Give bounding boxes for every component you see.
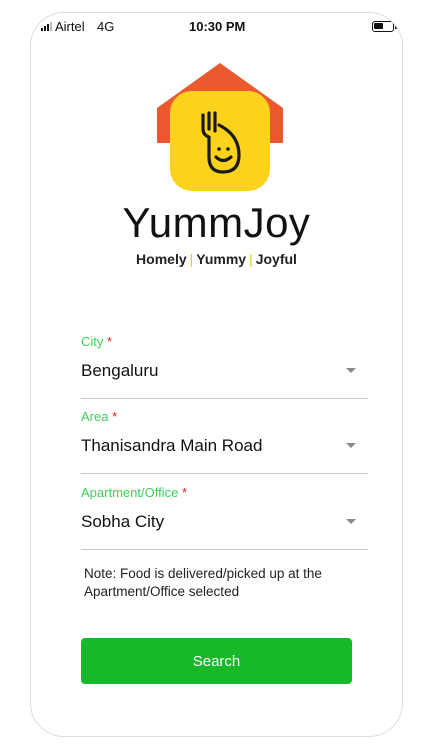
app-name: YummJoy	[122, 199, 311, 246]
apartment-label: Apartment/Office *	[81, 485, 187, 500]
battery-icon	[372, 21, 397, 32]
area-field: Area * Thanisandra Main Road	[81, 409, 368, 474]
logo-tile	[170, 91, 270, 191]
area-label: Area *	[81, 409, 118, 424]
carrier-name: Airtel	[55, 19, 85, 34]
app-logo	[157, 63, 283, 198]
area-value: Thanisandra Main Road	[81, 436, 263, 455]
signal-icon	[41, 21, 55, 31]
dropdown-arrow-icon	[346, 443, 356, 448]
city-field: City * Bengaluru	[81, 334, 368, 399]
dropdown-arrow-icon	[346, 368, 356, 373]
city-select[interactable]: Bengaluru	[81, 361, 368, 399]
apartment-field: Apartment/Office * Sobha City	[81, 485, 368, 550]
phone-frame: Airtel 4G 10:30 PM YummJoy Homely | Yummy |…	[30, 12, 403, 737]
search-button[interactable]: Search	[81, 638, 352, 684]
delivery-note: Note: Food is delivered/picked up at the…	[84, 566, 322, 599]
status-time: 10:30 PM	[189, 19, 246, 34]
status-bar: Airtel 4G 10:30 PM	[31, 13, 402, 39]
area-select[interactable]: Thanisandra Main Road	[81, 436, 368, 474]
dropdown-arrow-icon	[346, 519, 356, 524]
app-tagline: Homely | Yummy | Joyful	[136, 251, 297, 267]
apartment-value: Sobha City	[81, 512, 165, 531]
city-label: City *	[81, 334, 113, 349]
city-value: Bengaluru	[81, 361, 159, 380]
apartment-select[interactable]: Sobha City	[81, 512, 368, 550]
network-type: 4G	[97, 19, 115, 34]
